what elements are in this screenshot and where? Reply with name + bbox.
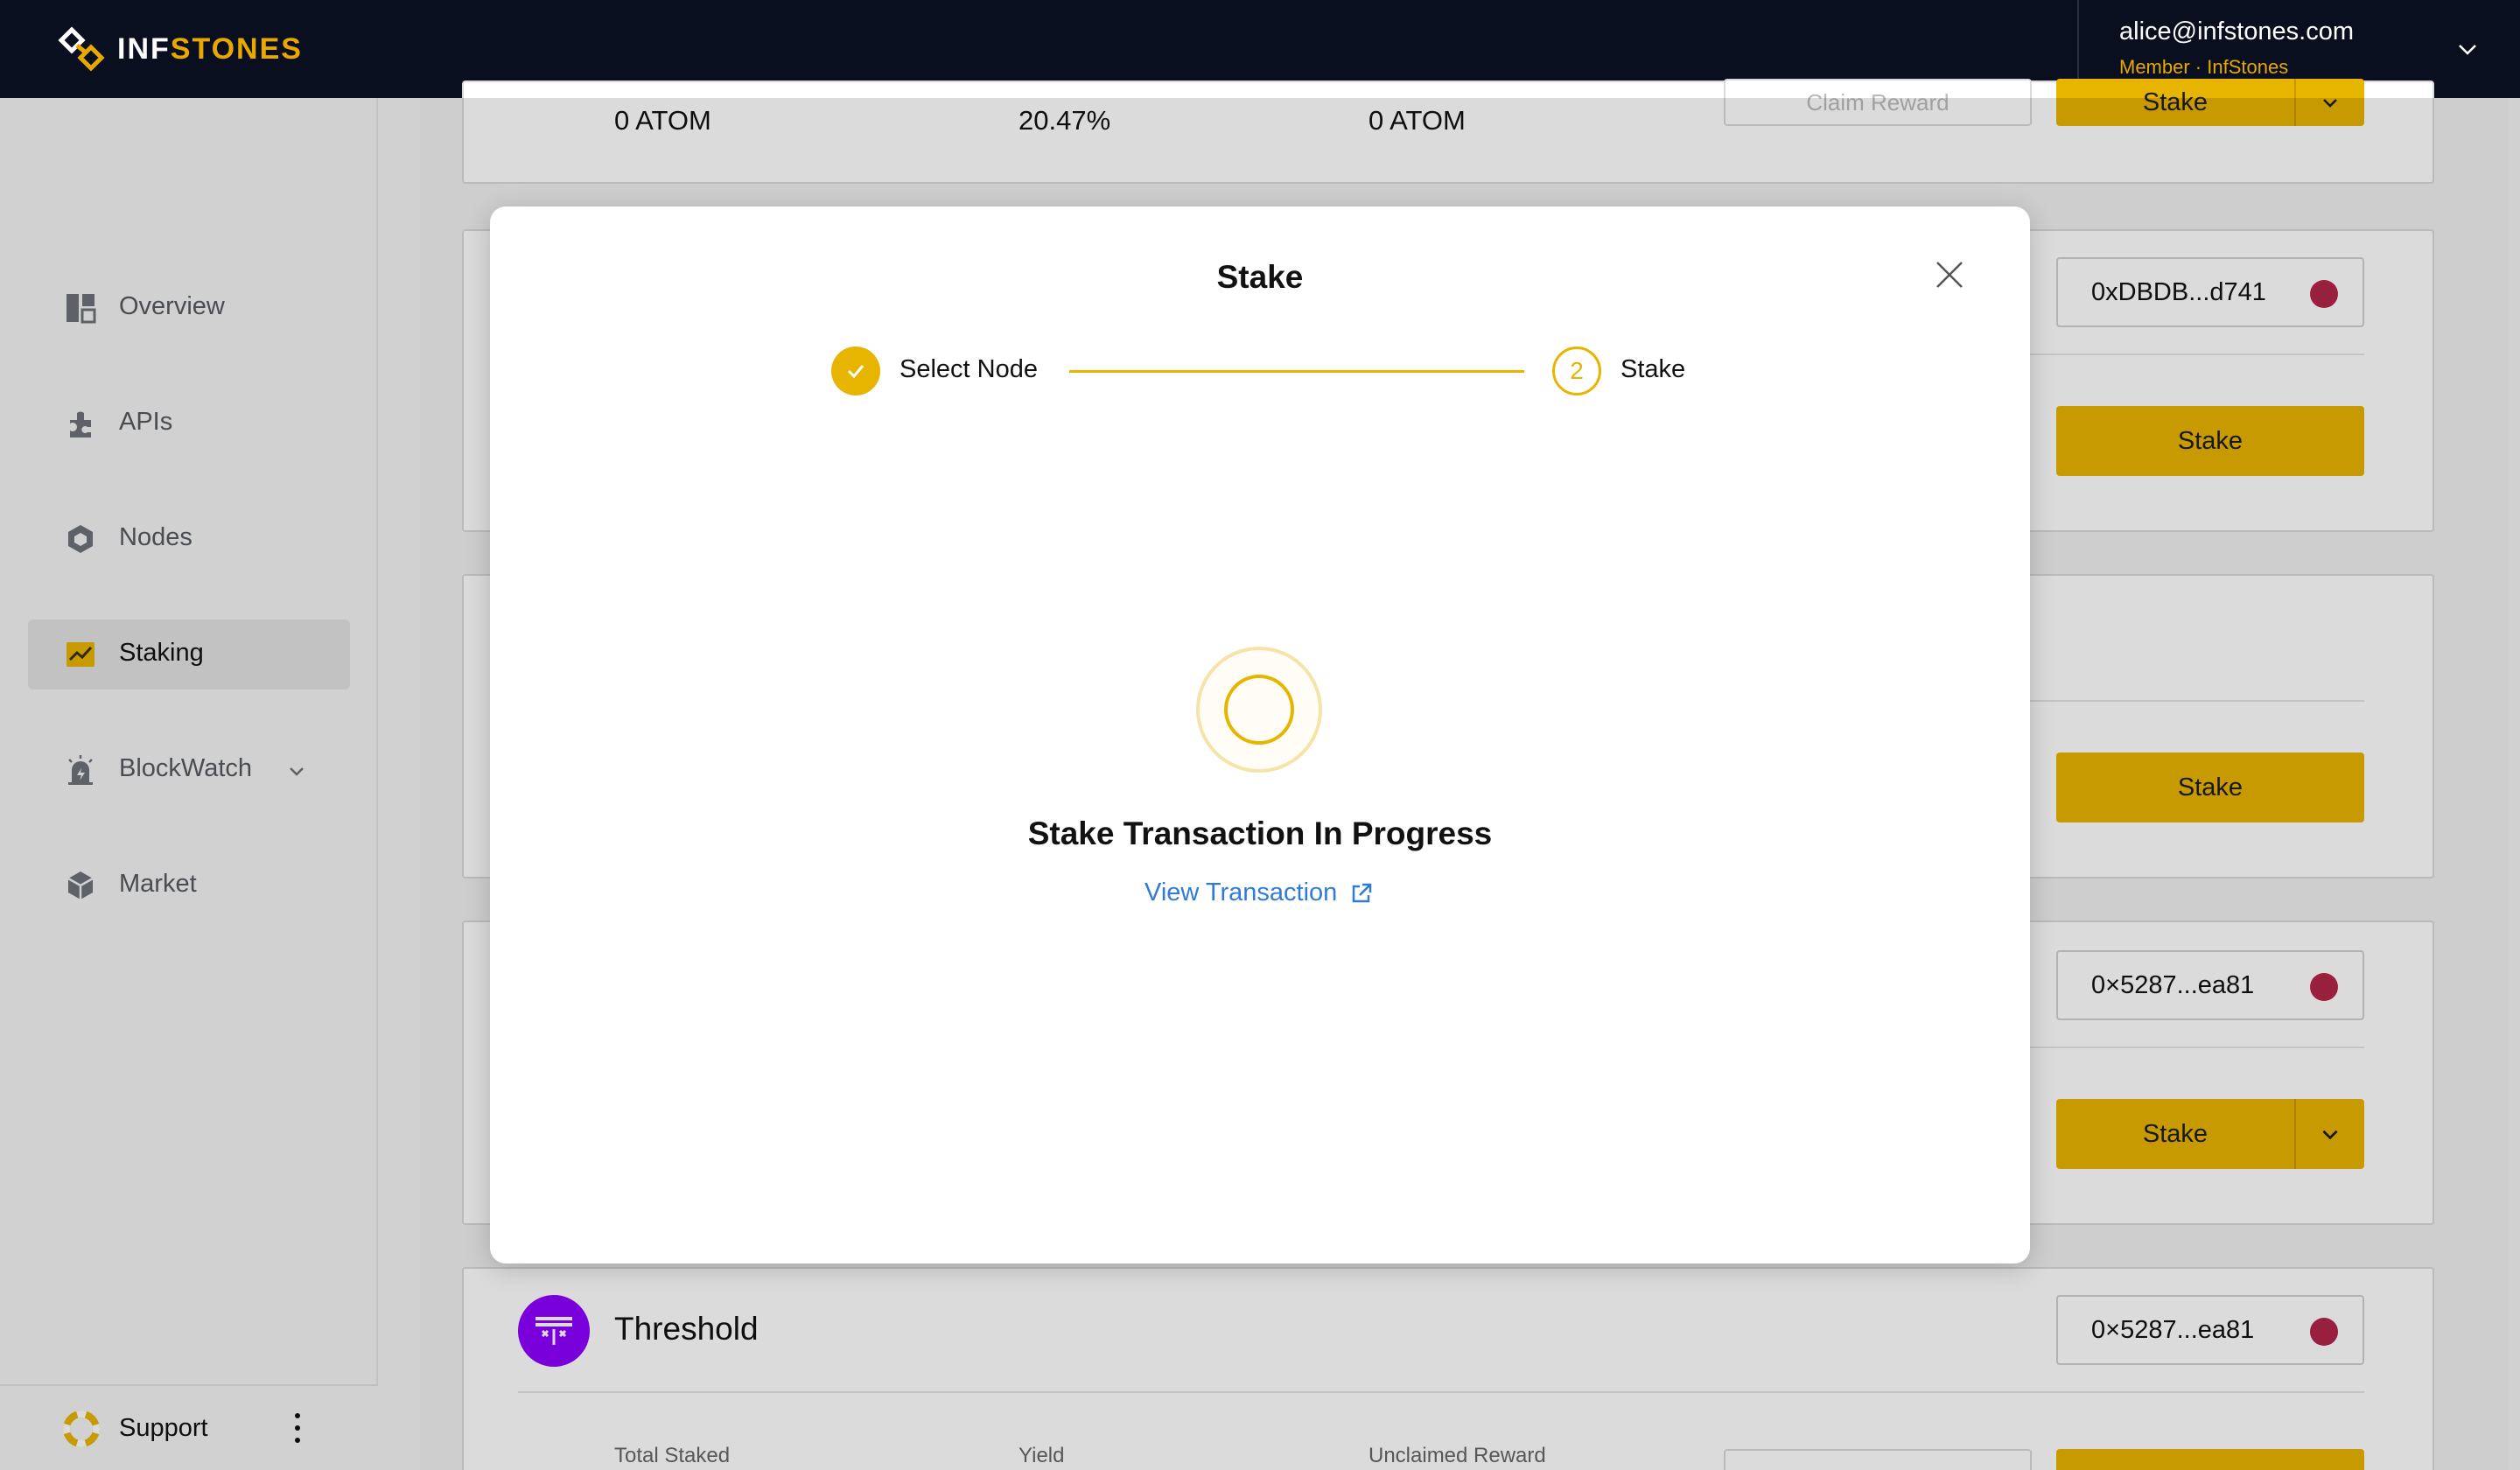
brand-name: INFSTONES [117, 32, 303, 66]
infstones-logo[interactable]: INFSTONES [58, 24, 303, 74]
view-transaction-link[interactable]: View Transaction [1144, 878, 1374, 907]
step-select-node-done [831, 346, 880, 396]
step-label: Stake [1620, 355, 1686, 383]
account-role: Member · InfStones [2119, 56, 2289, 78]
checkmark-icon [847, 365, 864, 379]
close-icon[interactable] [1932, 257, 1967, 292]
account-email: alice@infstones.com [2119, 18, 2354, 46]
step-connector [1069, 370, 1524, 373]
step-label: Select Node [900, 355, 1038, 383]
status-title: Stake Transaction In Progress [1027, 816, 1493, 851]
modal-title: Stake [1216, 259, 1304, 295]
stake-modal: Stake Select Node 2 Stake Stake Transact… [490, 206, 2030, 1264]
external-link-icon [1353, 883, 1372, 902]
loading-spinner-icon [1196, 647, 1322, 773]
chevron-down-icon [2459, 45, 2476, 55]
step-number: 2 [1552, 346, 1601, 396]
view-transaction-label: View Transaction [1144, 878, 1338, 906]
brand-name-white: INF [117, 32, 171, 66]
brand-name-yellow: STONES [170, 32, 303, 66]
infstones-logo-icon [58, 26, 105, 72]
